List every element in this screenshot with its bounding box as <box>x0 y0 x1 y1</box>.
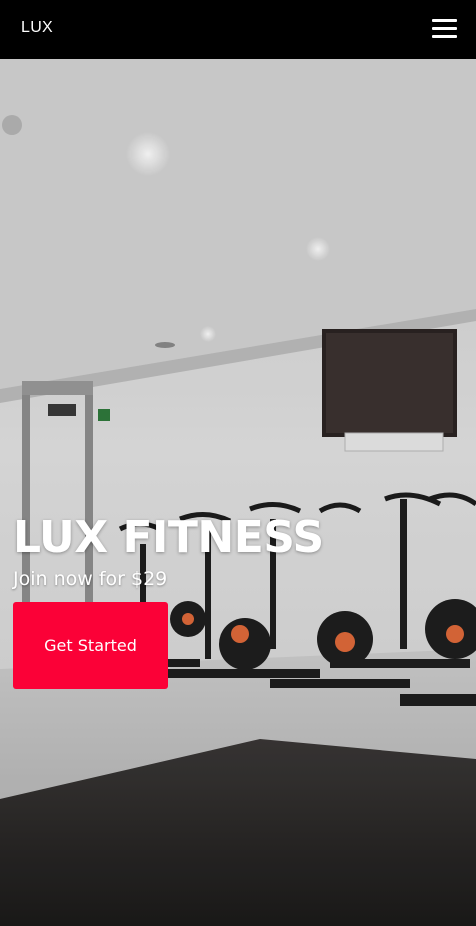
site-logo[interactable]: LUX <box>21 19 53 37</box>
hero-subtitle: Join now for $29 <box>13 568 168 590</box>
top-navbar: LUX <box>0 0 476 59</box>
hamburger-menu-icon[interactable] <box>432 19 457 39</box>
hero-section: LUX FITNESS Join now for $29 Get Started <box>0 59 476 926</box>
gym-background-image <box>0 59 476 926</box>
hero-title: LUX FITNESS <box>13 512 324 563</box>
get-started-button[interactable]: Get Started <box>13 602 168 689</box>
